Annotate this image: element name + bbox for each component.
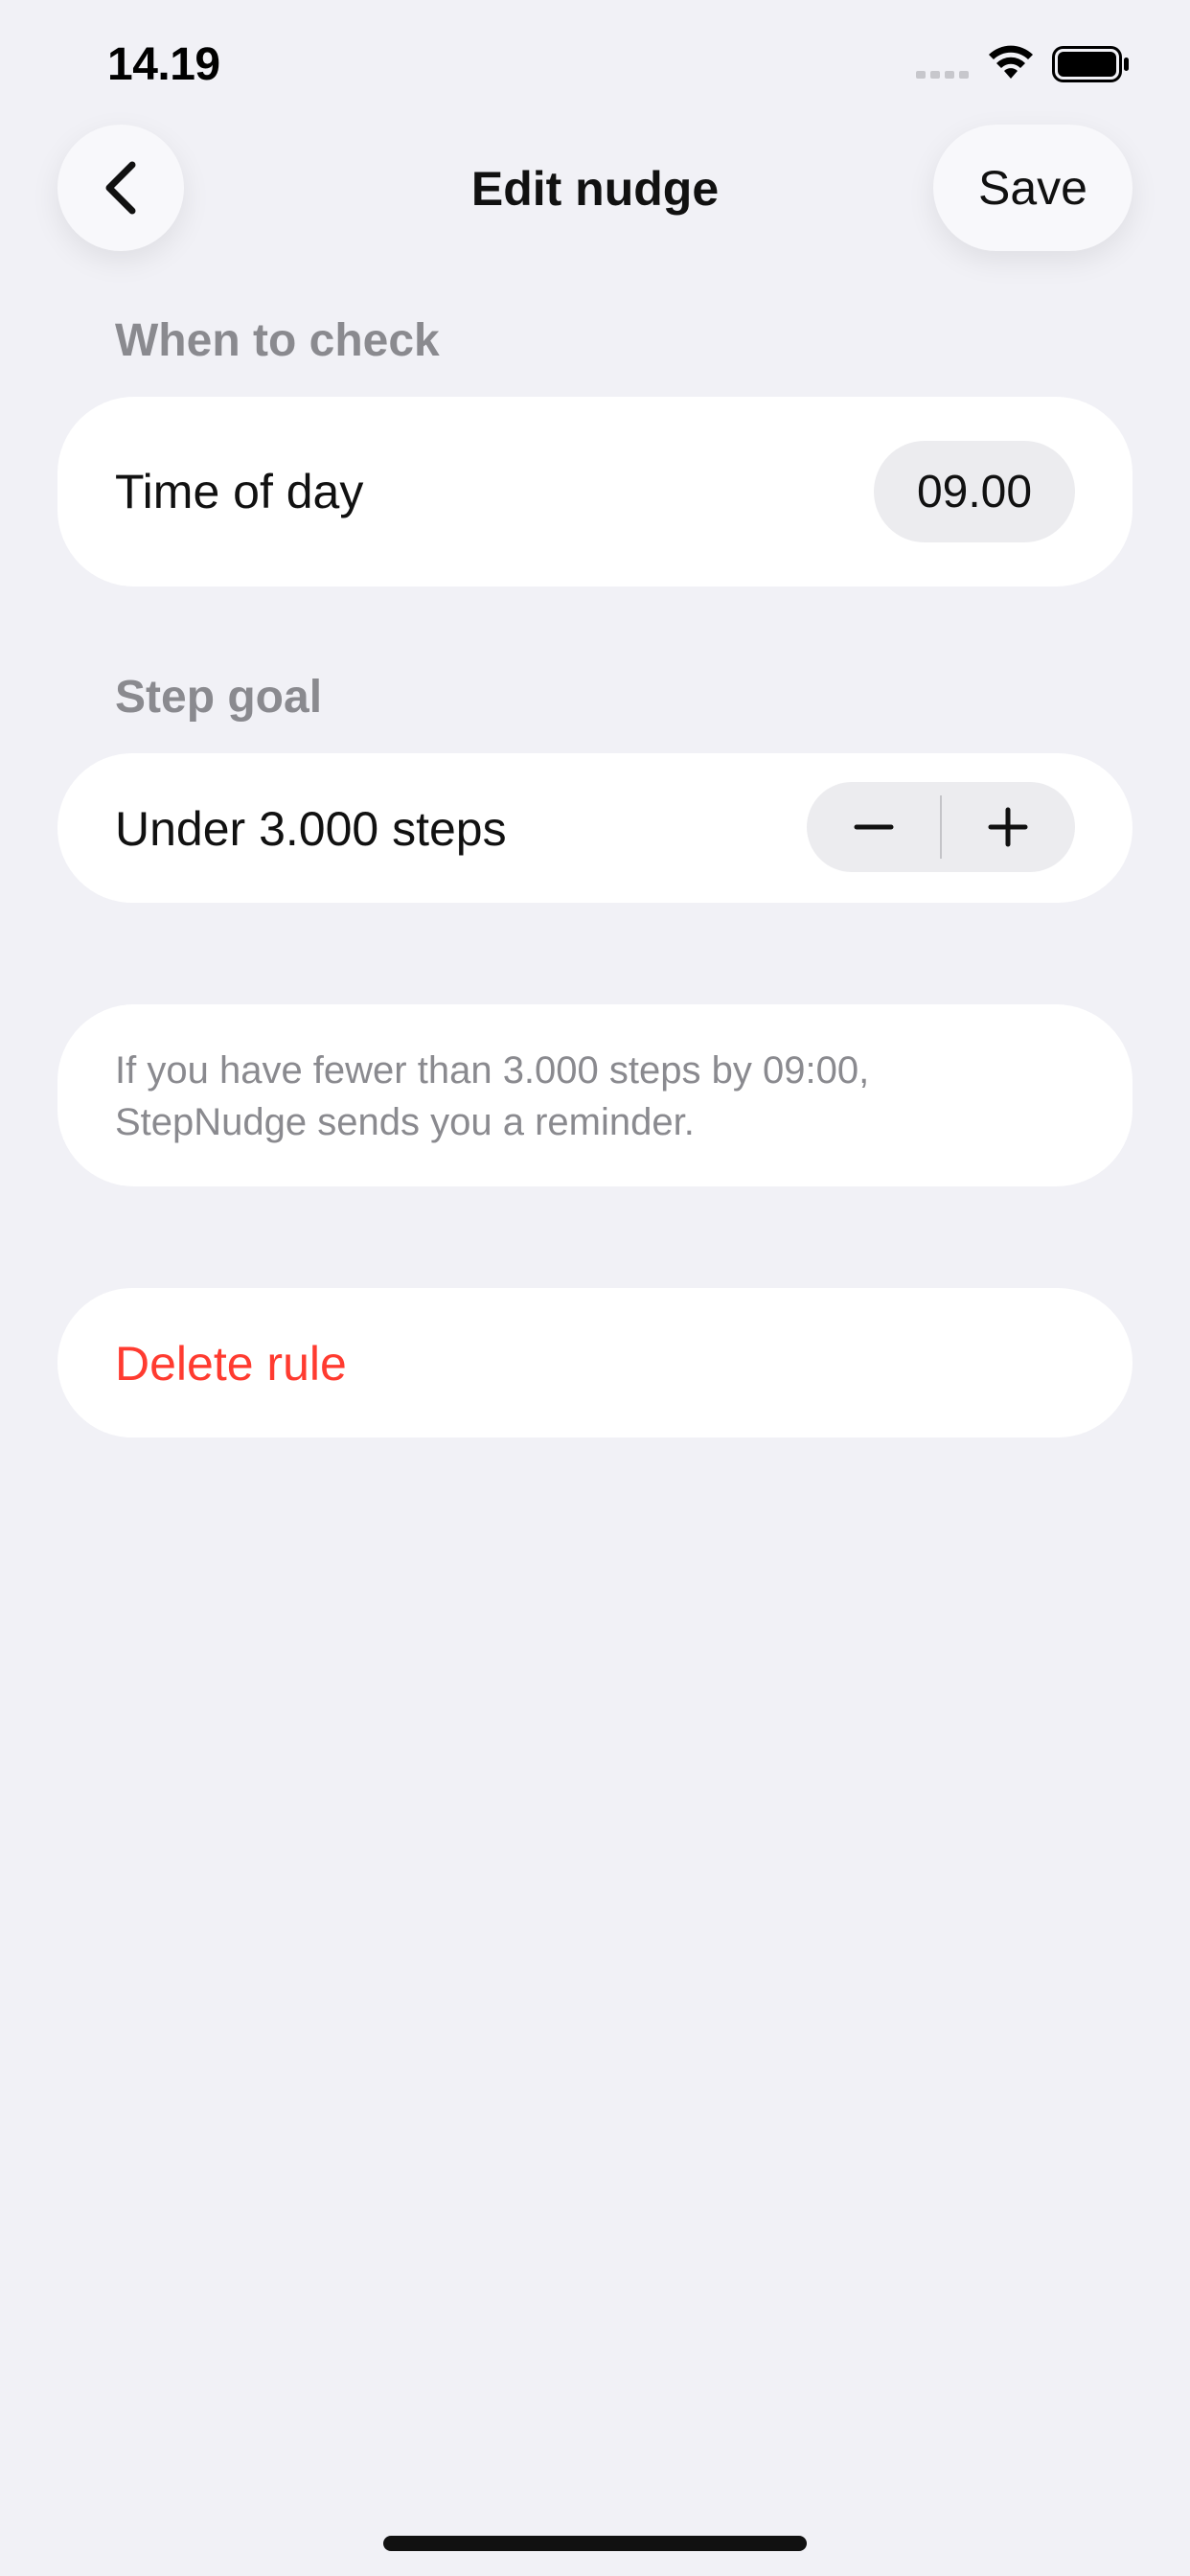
- save-button[interactable]: Save: [933, 125, 1133, 251]
- battery-icon: [1052, 46, 1129, 82]
- time-of-day-label: Time of day: [115, 465, 364, 518]
- home-indicator: [383, 2536, 807, 2551]
- step-goal-card: Under 3.000 steps: [57, 753, 1133, 903]
- minus-icon: [854, 824, 894, 830]
- time-of-day-card: Time of day 09.00: [57, 397, 1133, 586]
- step-goal-label: Under 3.000 steps: [115, 802, 507, 856]
- info-line-2: StepNudge sends you a reminder.: [115, 1101, 695, 1143]
- section-label-when: When to check: [115, 315, 440, 366]
- status-time: 14.19: [107, 39, 220, 90]
- info-line-1: If you have fewer than 3.000 steps by 09…: [115, 1049, 870, 1092]
- signal-icon: [916, 71, 969, 79]
- step-goal-stepper: [807, 782, 1075, 872]
- decrement-button[interactable]: [807, 782, 941, 872]
- increment-button[interactable]: [941, 782, 1075, 872]
- delete-rule-label: Delete rule: [115, 1337, 347, 1391]
- plus-icon: [988, 807, 1028, 847]
- info-text: If you have fewer than 3.000 steps by 09…: [115, 1045, 1035, 1148]
- delete-rule-button[interactable]: Delete rule: [57, 1288, 1133, 1438]
- time-picker-button[interactable]: 09.00: [874, 441, 1075, 542]
- wifi-icon: [989, 45, 1033, 79]
- section-label-step-goal: Step goal: [115, 672, 323, 723]
- info-card: If you have fewer than 3.000 steps by 09…: [57, 1004, 1133, 1186]
